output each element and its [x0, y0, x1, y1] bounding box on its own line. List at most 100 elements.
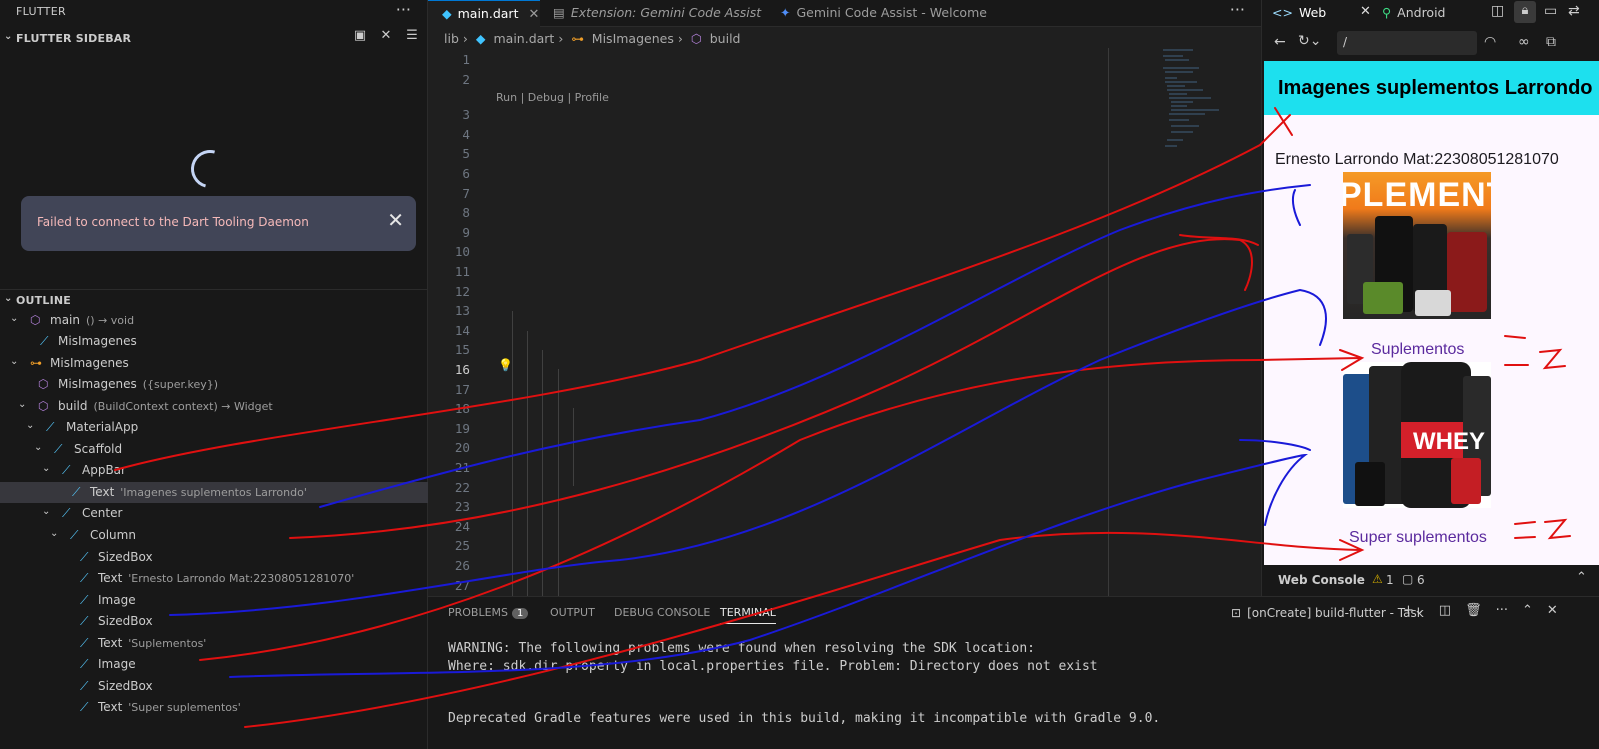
new-folder-icon[interactable]: ▣	[352, 28, 368, 44]
outline-item-selected[interactable]: ⟋ Text 'Imagenes suplementos Larrondo'	[0, 482, 428, 503]
tab-output[interactable]: OUTPUT	[550, 606, 595, 619]
code-line[interactable]: 23	[428, 499, 1261, 519]
tab-terminal[interactable]: TERMINAL	[720, 606, 776, 624]
code-line[interactable]: 10	[428, 244, 1261, 264]
code-line[interactable]: 25	[428, 538, 1261, 558]
trash-icon[interactable]: 🗑︎	[1465, 603, 1482, 618]
split-terminal-icon[interactable]: ◫	[1439, 603, 1451, 618]
code-line[interactable]: 15	[428, 342, 1261, 362]
more-actions-icon[interactable]: ···	[1230, 0, 1245, 19]
codelens[interactable]: Run | Debug | Profile	[496, 91, 609, 104]
tools-icon[interactable]: ✕	[378, 28, 394, 44]
tab-label: Android	[1397, 5, 1446, 20]
reload-icon[interactable]: ↻⌄	[1298, 33, 1321, 49]
code-line[interactable]: 8	[428, 205, 1261, 225]
back-icon[interactable]: ←	[1274, 34, 1286, 50]
close-icon[interactable]: ✕	[528, 7, 539, 22]
tab-android[interactable]: ⚲ Android	[1382, 5, 1445, 20]
outline-item[interactable]: ⟋ Text 'Suplementos'	[0, 633, 428, 654]
chevron-up-icon[interactable]: ⌃	[1576, 570, 1587, 585]
maximize-icon[interactable]: ⌃	[1522, 603, 1533, 618]
code-line[interactable]: 14	[428, 323, 1261, 343]
outline-item[interactable]: ⟋ Text 'Ernesto Larrondo Mat:223080512810…	[0, 568, 428, 589]
code-line[interactable]: 9	[428, 225, 1261, 245]
outline-item[interactable]: ⟋ SizedBox	[0, 611, 428, 632]
url-input[interactable]: /	[1337, 31, 1477, 55]
line-number: 14	[454, 322, 470, 338]
code-line[interactable]: 17	[428, 382, 1261, 402]
code-line[interactable]: 16	[428, 362, 1261, 382]
caption-super-suplementos: Super suplementos	[1349, 529, 1487, 546]
tab-gemini-welcome[interactable]: ✦ Gemini Code Assist - Welcome	[780, 0, 1010, 27]
code-line[interactable]: 20	[428, 440, 1261, 460]
speed-icon[interactable]: ◠	[1484, 34, 1496, 50]
breadcrumb-item[interactable]: lib	[444, 31, 459, 46]
tab-main-dart[interactable]: ◆ main.dart ✕	[428, 0, 540, 27]
code-line[interactable]: 11	[428, 264, 1261, 284]
lock-icon[interactable]: 🔒︎	[1514, 1, 1536, 23]
split-view-icon[interactable]: ◫	[1491, 3, 1504, 19]
outline-item[interactable]: ⌄ ⬡ build (BuildContext context) → Widget	[0, 396, 428, 417]
code-line[interactable]: 27	[428, 578, 1261, 598]
terminal-task[interactable]: ⊡ [onCreate] build-flutter - Task	[1231, 606, 1424, 620]
more-actions-icon[interactable]: ···	[1496, 603, 1508, 618]
more-actions-icon[interactable]: ···	[396, 0, 411, 19]
outline-item-main[interactable]: ⌄ ⬡ main () → void	[0, 310, 428, 331]
code-line[interactable]: 19	[428, 421, 1261, 441]
tab-problems[interactable]: PROBLEMS 1	[448, 606, 529, 619]
open-external-icon[interactable]: ⧉	[1546, 34, 1556, 50]
tab-web[interactable]: <> Web	[1272, 5, 1326, 20]
outline-item[interactable]: ⟋ Image	[0, 654, 428, 675]
close-panel-icon[interactable]: ✕	[1547, 603, 1558, 618]
breadcrumb-item[interactable]: build	[710, 31, 741, 46]
web-preview-pane: <> Web ✕ ⚲ Android ◫ 🔒︎ ▭ ⇄ ← ↻⌄ / ◠ ∞ ⧉ I…	[1261, 0, 1599, 596]
flutter-sidebar-section[interactable]: ⌄ FLUTTER SIDEBAR ▣ ✕ ☰	[0, 28, 428, 50]
code-line[interactable]: 7	[428, 186, 1261, 206]
tab-debug-console[interactable]: DEBUG CONSOLE	[614, 606, 710, 619]
supplements-image: PLEMENT	[1343, 172, 1491, 319]
outline-item[interactable]: ⌄ ⟋ Scaffold	[0, 439, 428, 460]
line-number: 17	[454, 381, 470, 397]
code-editor[interactable]: ◆ main.dart ✕ ▤ Extension: Gemini Code Assi…	[428, 0, 1261, 596]
code-line[interactable]: 4	[428, 127, 1261, 147]
outline-item[interactable]: ⌄ ⟋ Center	[0, 503, 428, 524]
tab-label: PROBLEMS	[448, 606, 509, 619]
chevron-down-icon: ⌄	[26, 420, 35, 431]
code-line[interactable]: 12	[428, 284, 1261, 304]
outline-item[interactable]: ⌄ ⟋ MaterialApp	[0, 417, 428, 438]
flutter-app-preview[interactable]: Imagenes suplementos Larrondo Ernesto La…	[1264, 61, 1599, 565]
code-line[interactable]: 21	[428, 460, 1261, 480]
code-line[interactable]: 24	[428, 519, 1261, 539]
close-icon[interactable]: ✕	[387, 208, 404, 232]
list-icon[interactable]: ☰	[404, 28, 420, 44]
breadcrumb-item[interactable]: main.dart	[493, 31, 554, 46]
add-terminal-icon[interactable]: +⌄	[1403, 603, 1425, 618]
outline-item[interactable]: ⟋ MisImagenes	[0, 331, 428, 352]
layout-icon[interactable]: ▭	[1544, 3, 1557, 19]
code-line[interactable]: 5	[428, 146, 1261, 166]
outline-item[interactable]: ⌄ ⟋ AppBar	[0, 460, 428, 481]
outline-item[interactable]: ⟋ Image	[0, 590, 428, 611]
outline-item[interactable]: ⟋ SizedBox	[0, 547, 428, 568]
tab-extension-gemini[interactable]: ▤ Extension: Gemini Code Assist	[553, 0, 773, 27]
breadcrumb-item[interactable]: MisImagenes	[592, 31, 674, 46]
line-number: 6	[462, 166, 470, 181]
code-line[interactable]: 1	[428, 52, 1261, 72]
link-icon[interactable]: ∞	[1518, 34, 1530, 50]
code-line[interactable]: 13	[428, 303, 1261, 323]
code-line[interactable]: 26	[428, 558, 1261, 578]
flip-icon[interactable]: ⇄	[1568, 3, 1580, 19]
code-line[interactable]: 2	[428, 72, 1261, 92]
web-console-bar[interactable]: Web Console ⚠ 1 ▢ 6 ⌃	[1262, 565, 1599, 596]
outline-item[interactable]: ⬡ MisImagenes ({super.key})	[0, 374, 428, 395]
code-line[interactable]: 22	[428, 480, 1261, 500]
outline-item[interactable]: ⟋ SizedBox	[0, 676, 428, 697]
outline-item[interactable]: ⌄ ⊶ MisImagenes	[0, 353, 428, 374]
code-line[interactable]: 6	[428, 166, 1261, 186]
code-line[interactable]: 3	[428, 107, 1261, 127]
outline-item[interactable]: ⌄ ⟋ Column	[0, 525, 428, 546]
outline-section[interactable]: ⌄ OUTLINE	[0, 289, 428, 311]
code-line[interactable]: 18	[428, 401, 1261, 421]
close-icon[interactable]: ✕	[1360, 4, 1371, 19]
outline-item[interactable]: ⟋ Text 'Super suplementos'	[0, 697, 428, 718]
